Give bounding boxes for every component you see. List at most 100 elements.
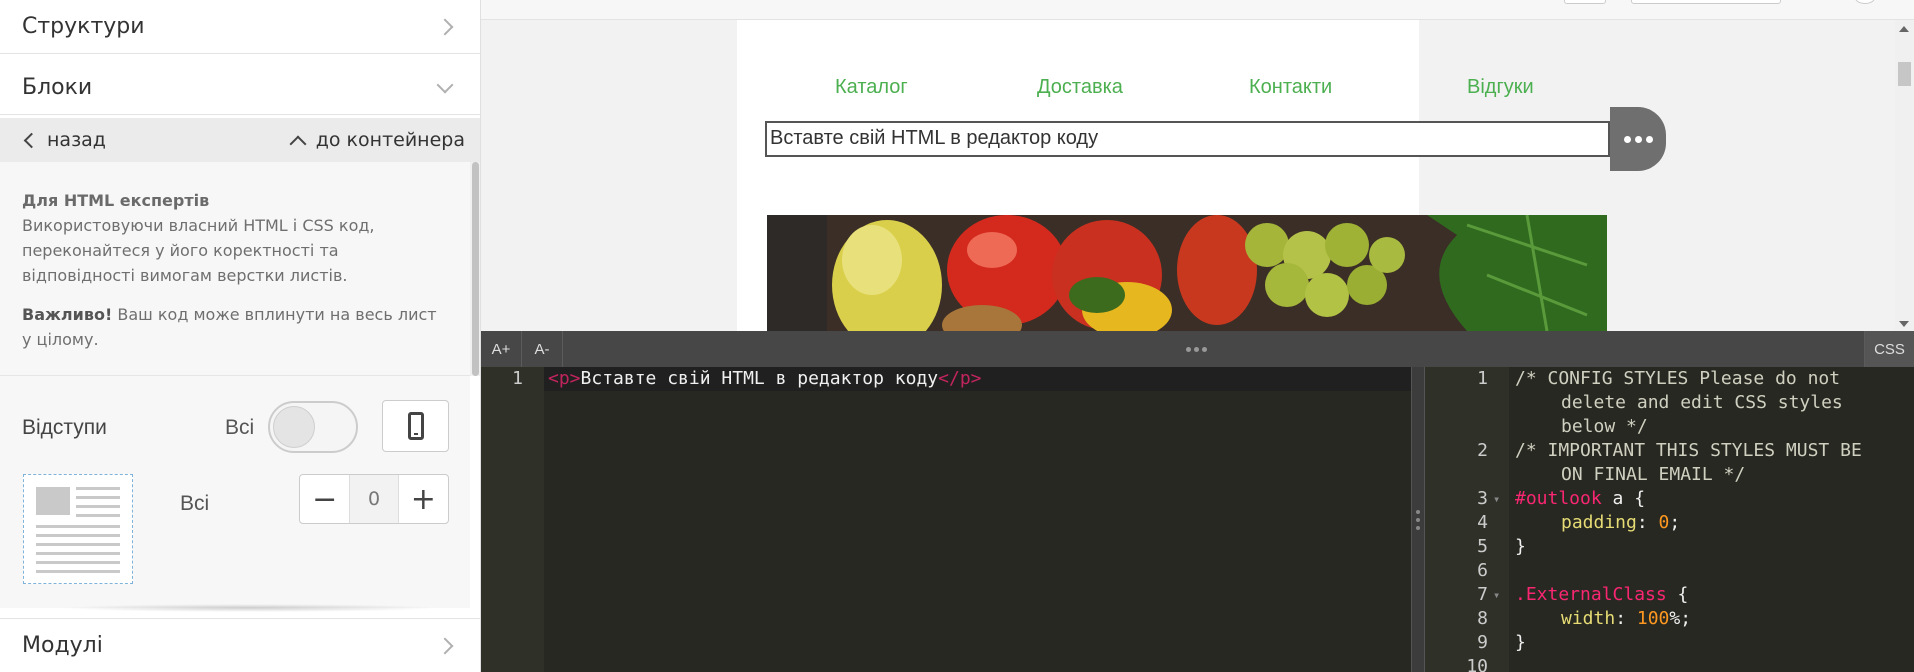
css-comment: /* IMPORTANT THIS STYLES MUST BE [1515,440,1862,461]
more-icon[interactable] [1610,107,1666,171]
dot [1623,135,1631,143]
line-number: 5 [1477,536,1488,557]
html-text: Вставте свій HTML в редактор коду [580,368,939,389]
dot [1416,510,1420,514]
css-comment: below */ [1561,416,1648,437]
padding-value[interactable]: 0 [349,475,399,523]
text-line [76,496,120,499]
scroll-down-icon[interactable] [1899,321,1909,327]
line-number: 8 [1477,608,1488,629]
all-padding-toggle-label: Всі [225,416,255,439]
vegetables-photo [767,215,1607,331]
padding-label: Відступи [22,416,107,439]
padding-stepper: − 0 + [299,474,449,524]
accordion-blocks-label: Блоки [22,75,93,100]
css-property: padding [1561,512,1637,533]
chevron-right-icon [436,637,454,654]
to-container-label: до контейнера [315,129,465,151]
css-property: width [1561,608,1616,629]
image-placeholder-icon [36,487,70,515]
css-declaration: padding: 0; [1561,512,1681,533]
chevron-down-icon [436,76,454,93]
css-text: { [1666,584,1689,605]
html-code-editor[interactable]: 1 <p>Вставте свій HTML в редактор коду</… [481,367,1411,672]
scroll-up-icon[interactable] [1899,26,1909,32]
font-increase-button[interactable]: A+ [481,331,522,367]
css-value: 0 [1658,512,1670,533]
all-padding-toggle[interactable] [268,401,358,453]
important-note: Важливо! Ваш код може вплинути на весь л… [22,302,448,352]
info-text: Використовуючи власний HTML і CSS код, п… [22,216,375,285]
accordion-blocks[interactable]: Блоки [0,61,480,115]
font-decrease-button[interactable]: A- [522,331,563,367]
text-line [36,561,120,564]
css-value: 100 [1636,608,1670,629]
padding-section: Відступи Всі Всі − 0 + [0,376,470,608]
dot [1645,135,1653,143]
line-number: 4 [1477,512,1488,533]
vegetables-image [767,215,1607,331]
line-number: 1 [1477,368,1488,389]
html-close-tag: </p> [938,368,982,389]
selected-html-block[interactable]: Вставте свій HTML в редактор коду [765,121,1610,157]
preview-toolbar [481,0,1914,20]
menu-link-contacts[interactable]: Контакти [1249,76,1332,99]
preview-control[interactable] [1564,0,1606,4]
dot [1416,526,1420,530]
line-number: 1 [512,368,523,389]
toggle-knob [273,406,315,448]
accordion-modules[interactable]: Модулі [0,618,480,672]
css-code-editor[interactable]: 1 /* CONFIG STYLES Please do not delete … [1425,367,1914,672]
menu-link-delivery[interactable]: Доставка [1037,76,1123,99]
css-declaration: width: 100%; [1561,608,1692,629]
preview-control[interactable] [1631,0,1781,4]
fold-icon[interactable]: ▾ [1493,583,1500,607]
info-title: Для HTML експертів [22,191,210,210]
css-tab[interactable]: CSS [1864,331,1914,367]
email-preview: Каталог Доставка Контакти Відгуки Вставт… [481,0,1914,331]
editor-resize-handle[interactable] [1186,347,1207,352]
fold-icon[interactable]: ▾ [1493,487,1500,511]
back-button[interactable]: назад [22,129,106,151]
sidebar-scrollbar[interactable] [470,162,480,376]
css-comment: delete and edit CSS styles [1561,392,1843,413]
mobile-view-button[interactable] [382,400,449,452]
to-container-button[interactable]: до контейнера [289,129,465,153]
html-info-panel: Для HTML експертів Використовуючи власни… [0,162,470,376]
html-gutter [481,367,544,672]
text-line [76,487,120,490]
dot [1634,135,1642,143]
mobile-icon [407,412,424,440]
preview-scrollbar-thumb[interactable] [1898,62,1911,86]
menu-link-reviews[interactable]: Відгуки [1467,76,1534,99]
block-navbar: назад до контейнера [0,118,480,162]
css-brace: } [1515,536,1526,557]
css-comment: /* CONFIG STYLES Please do not [1515,368,1841,389]
preview-scrollbar[interactable] [1895,20,1914,331]
text-line [36,534,120,537]
sidebar: Структури Блоки назад до контейнера Для … [0,0,481,672]
minus-icon[interactable]: − [300,475,349,523]
section-shadow [60,604,440,612]
text-line [36,552,120,555]
accordion-structures[interactable]: Структури [0,0,480,54]
back-label: назад [47,129,106,151]
css-selector: #outlook [1515,488,1602,509]
text-line [76,514,120,517]
plus-icon[interactable]: + [399,475,448,523]
block-padding-preview [23,474,133,584]
html-code-line[interactable]: <p>Вставте свій HTML в редактор коду</p> [548,367,982,391]
css-unit: %; [1669,608,1692,629]
text-line [36,543,120,546]
chevron-right-icon [436,18,454,35]
preview-control[interactable] [1855,0,1875,4]
menu-link-catalog[interactable]: Каталог [835,76,908,99]
chevron-left-icon [23,132,40,148]
html-block-text: Вставте свій HTML в редактор коду [770,127,1099,149]
css-brace: } [1515,632,1526,653]
sidebar-scrollbar-thumb[interactable] [472,162,479,376]
dot [1202,347,1207,352]
text-line [36,570,120,573]
accordion-structures-label: Структури [22,14,145,39]
editor-splitter[interactable] [1411,367,1425,672]
